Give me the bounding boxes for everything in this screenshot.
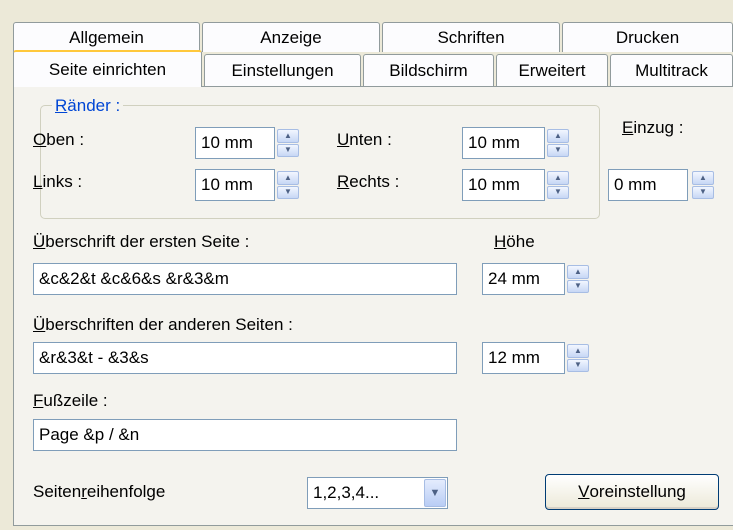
tab-drucken[interactable]: Drucken — [562, 22, 733, 52]
spin-up-icon[interactable]: ▲ — [277, 171, 299, 185]
tab-label: Erweitert — [518, 60, 586, 80]
bottom-margin-label: Unten : — [337, 130, 392, 149]
indent-field[interactable]: 0 mm — [608, 169, 688, 201]
tab-multitrack[interactable]: Multitrack — [610, 54, 733, 86]
tab-seite-einrichten[interactable]: Seite einrichten — [13, 50, 202, 87]
spin-down-icon[interactable]: ▼ — [692, 185, 714, 199]
tab-label: Seite einrichten — [48, 59, 167, 79]
first-page-header-label: Überschrift der ersten Seite : — [33, 232, 250, 251]
other-pages-header-label: Überschriften der anderen Seiten : — [33, 315, 293, 334]
tab-label: Schriften — [437, 27, 505, 47]
top-margin-spinner[interactable]: ▲ ▼ — [277, 129, 299, 157]
tab-label: Bildschirm — [389, 60, 468, 80]
spin-down-icon[interactable]: ▼ — [547, 143, 569, 157]
spin-down-icon[interactable]: ▼ — [277, 185, 299, 199]
bottom-margin-spinner[interactable]: ▲ ▼ — [547, 129, 569, 157]
spin-up-icon[interactable]: ▲ — [277, 129, 299, 143]
tab-anzeige[interactable]: Anzeige — [202, 22, 380, 52]
spin-down-icon[interactable]: ▼ — [547, 185, 569, 199]
page-order-label: Seitenreihenfolge — [33, 482, 166, 501]
spin-down-icon[interactable]: ▼ — [567, 279, 589, 293]
spin-up-icon[interactable]: ▲ — [692, 171, 714, 185]
tab-allgemein[interactable]: Allgemein — [13, 22, 200, 52]
left-margin-field[interactable]: 10 mm — [195, 169, 275, 201]
first-page-header-height-spinner[interactable]: ▲ ▼ — [567, 265, 589, 293]
left-margin-spinner[interactable]: ▲ ▼ — [277, 171, 299, 199]
margins-group — [40, 105, 600, 219]
margins-legend: Ränder : — [52, 96, 124, 116]
spin-up-icon[interactable]: ▲ — [567, 265, 589, 279]
spin-up-icon[interactable]: ▲ — [547, 171, 569, 185]
tab-bildschirm[interactable]: Bildschirm — [363, 54, 494, 86]
tab-label: Allgemein — [69, 27, 144, 47]
spin-down-icon[interactable]: ▼ — [567, 358, 589, 372]
tab-erweitert[interactable]: Erweitert — [496, 54, 608, 86]
tab-label: Einstellungen — [231, 60, 334, 80]
left-margin-label: Links : — [33, 172, 83, 191]
tab-label: Multitrack — [635, 60, 708, 80]
top-margin-label: Oben : — [33, 130, 85, 149]
tab-einstellungen[interactable]: Einstellungen — [204, 54, 361, 86]
tab-label: Anzeige — [260, 27, 322, 47]
other-pages-header-input[interactable]: &r&3&t - &3&s — [33, 342, 457, 374]
height-label: Höhe — [494, 232, 535, 251]
indent-label: Einzug : — [622, 118, 684, 137]
indent-spinner[interactable]: ▲ ▼ — [692, 171, 714, 199]
tab-schriften[interactable]: Schriften — [382, 22, 560, 52]
other-pages-header-height-spinner[interactable]: ▲ ▼ — [567, 344, 589, 372]
first-page-header-height-field[interactable]: 24 mm — [482, 263, 565, 295]
footer-label: Fußzeile : — [33, 391, 108, 410]
right-margin-field[interactable]: 10 mm — [462, 169, 545, 201]
spin-up-icon[interactable]: ▲ — [547, 129, 569, 143]
footer-input[interactable]: Page &p / &n — [33, 419, 457, 451]
right-margin-label: Rechts : — [337, 172, 400, 191]
tab-label: Drucken — [615, 27, 680, 47]
right-margin-spinner[interactable]: ▲ ▼ — [547, 171, 569, 199]
chevron-down-icon[interactable]: ▼ — [424, 479, 446, 507]
first-page-header-input[interactable]: &c&2&t &c&6&s &r&3&m — [33, 263, 457, 295]
spin-down-icon[interactable]: ▼ — [277, 143, 299, 157]
bottom-margin-field[interactable]: 10 mm — [462, 127, 545, 159]
other-pages-header-height-field[interactable]: 12 mm — [482, 342, 565, 374]
top-margin-field[interactable]: 10 mm — [195, 127, 275, 159]
spin-up-icon[interactable]: ▲ — [567, 344, 589, 358]
default-settings-button[interactable]: Voreinstellung — [545, 474, 719, 510]
